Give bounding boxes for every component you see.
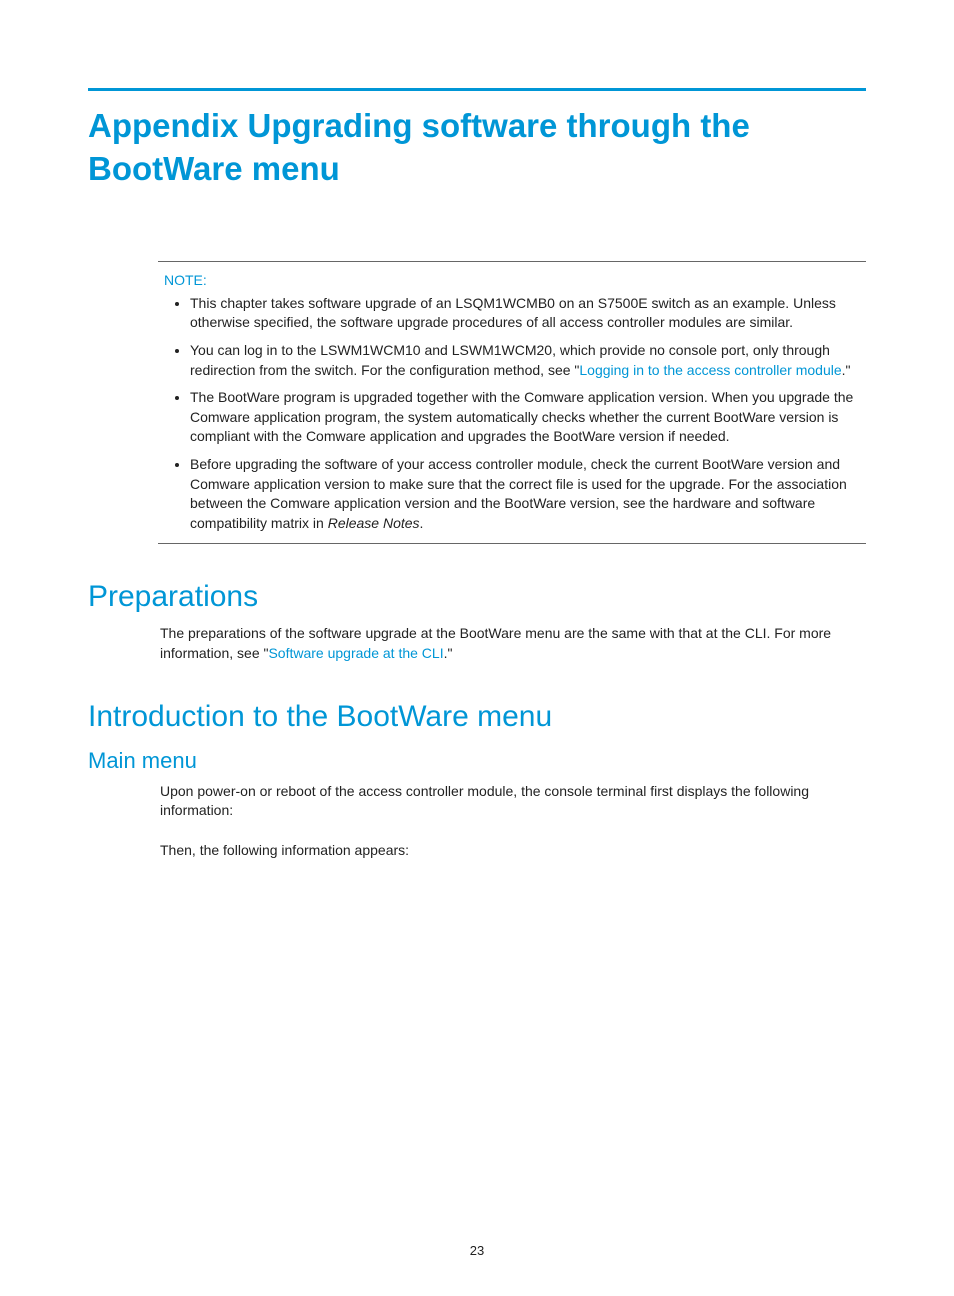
body-paragraph: Then, the following information appears: <box>160 841 866 861</box>
body-text: The preparations of the software upgrade… <box>160 625 831 661</box>
section-preparations: Preparations <box>88 580 866 614</box>
note-item: You can log in to the LSWM1WCM10 and LSW… <box>190 341 860 380</box>
body-paragraph: The preparations of the software upgrade… <box>160 624 866 663</box>
page-number: 23 <box>0 1243 954 1258</box>
note-text: The BootWare program is upgraded togethe… <box>190 389 853 444</box>
page: Appendix Upgrading software through the … <box>0 0 954 1296</box>
note-text: This chapter takes software upgrade of a… <box>190 295 836 331</box>
note-label: NOTE: <box>164 272 860 288</box>
top-rule <box>88 88 866 91</box>
body-paragraph: Upon power-on or reboot of the access co… <box>160 782 866 821</box>
body-text: ." <box>444 645 453 661</box>
section-introduction: Introduction to the BootWare menu <box>88 700 866 734</box>
subsection-main-menu: Main menu <box>88 748 866 774</box>
note-text: ." <box>842 362 851 378</box>
appendix-title: Appendix Upgrading software through the … <box>88 105 866 191</box>
release-notes-ref: Release Notes <box>328 515 420 531</box>
cross-ref-link[interactable]: Logging in to the access controller modu… <box>579 362 841 378</box>
note-item: The BootWare program is upgraded togethe… <box>190 388 860 447</box>
note-text: Before upgrading the software of your ac… <box>190 456 847 531</box>
note-text: . <box>420 515 424 531</box>
note-item: Before upgrading the software of your ac… <box>190 455 860 533</box>
note-list: This chapter takes software upgrade of a… <box>164 294 860 534</box>
cross-ref-link[interactable]: Software upgrade at the CLI <box>268 645 443 661</box>
note-item: This chapter takes software upgrade of a… <box>190 294 860 333</box>
note-box: NOTE: This chapter takes software upgrad… <box>158 261 866 545</box>
